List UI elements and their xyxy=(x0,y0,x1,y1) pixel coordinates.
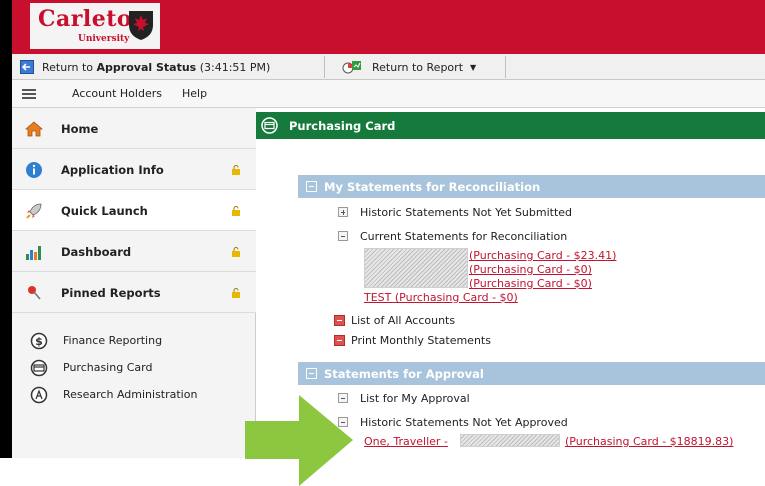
card-link-text[interactable]: (Purchasing Card - $18819.83) xyxy=(565,435,733,448)
logo-subtitle: University xyxy=(78,34,130,44)
card-link[interactable]: (Purchasing Card - $0) xyxy=(469,263,592,276)
sidebar-item-label: Home xyxy=(61,122,99,136)
card-link-text[interactable]: (Purchasing Card - $0) xyxy=(469,263,592,276)
tree-label: Print Monthly Statements xyxy=(351,334,491,347)
sidebar-link-finance-reporting[interactable]: $ Finance Reporting xyxy=(12,331,256,353)
tree-label: List of All Accounts xyxy=(351,314,456,327)
report-icon xyxy=(334,315,345,326)
sidebar-item-label: Dashboard xyxy=(61,245,132,259)
lock-icon xyxy=(232,247,240,257)
sidebar-item-label: Quick Launch xyxy=(61,204,148,218)
annotation-arrow-icon xyxy=(245,395,353,486)
tree-current-statements[interactable]: Current Statements for Reconciliation xyxy=(338,230,568,243)
tree-label: Current Statements for Reconciliation xyxy=(360,230,568,243)
test-card-link[interactable]: TEST (Purchasing Card - $0) xyxy=(364,291,518,304)
card-link[interactable]: (Purchasing Card - $23.41) xyxy=(469,249,616,262)
carleton-logo[interactable]: Carleton University xyxy=(30,3,160,49)
card-link[interactable]: (Purchasing Card - $0) xyxy=(469,277,592,290)
collapse-icon[interactable] xyxy=(306,368,317,379)
tree-label: Historic Statements Not Yet Submitted xyxy=(360,206,573,219)
section-statements-for-approval[interactable]: Statements for Approval xyxy=(298,362,765,385)
menu-account-holders[interactable]: Account Holders xyxy=(72,87,162,100)
report-icon xyxy=(342,61,361,74)
app-window: Carleton University Return to Approval S… xyxy=(0,0,765,458)
hamburger-menu-icon[interactable] xyxy=(22,89,36,99)
report-icon xyxy=(334,335,345,346)
card-icon xyxy=(30,359,48,377)
sidebar-item-pinned-reports[interactable]: Pinned Reports xyxy=(12,272,256,313)
print-monthly-statements[interactable]: Print Monthly Statements xyxy=(334,334,491,347)
tree-label: Historic Statements Not Yet Approved xyxy=(360,416,568,429)
tree-list-for-my-approval[interactable]: List for My Approval xyxy=(338,392,470,405)
research-icon xyxy=(30,386,48,404)
lock-icon xyxy=(232,288,240,298)
section-title: My Statements for Reconciliation xyxy=(324,180,541,194)
dollar-icon: $ xyxy=(30,332,48,350)
banner: Carleton University xyxy=(12,0,765,54)
return-time: (3:41:51 PM) xyxy=(196,60,271,74)
info-icon xyxy=(26,162,42,178)
sidebar-item-home[interactable]: Home xyxy=(12,108,256,149)
toolbar: Return to Approval Status (3:41:51 PM) R… xyxy=(12,54,765,80)
lock-icon xyxy=(232,206,240,216)
return-target: Approval Status xyxy=(96,60,197,74)
sidebar-link-purchasing-card[interactable]: Purchasing Card xyxy=(12,358,256,380)
back-arrow-icon xyxy=(20,60,34,74)
tree-historic-not-approved[interactable]: Historic Statements Not Yet Approved xyxy=(338,416,568,429)
shield-icon xyxy=(129,11,153,40)
menubar: Account Holders Help xyxy=(12,80,765,108)
sidebar-link-research-administration[interactable]: Research Administration xyxy=(12,385,256,407)
svg-text:$: $ xyxy=(35,335,43,348)
sidebar-item-label: Application Info xyxy=(61,163,164,177)
sidebar-item-quick-launch[interactable]: Quick Launch xyxy=(12,190,256,231)
tree-historic-not-submitted[interactable]: Historic Statements Not Yet Submitted xyxy=(338,206,573,219)
sidebar-link-label: Purchasing Card xyxy=(63,361,153,374)
traveller-card-link[interactable]: (Purchasing Card - $18819.83) xyxy=(565,435,733,448)
card-link-text[interactable]: (Purchasing Card - $0) xyxy=(469,277,592,290)
return-to-report-label: Return to Report xyxy=(372,60,464,74)
page-header: Purchasing Card xyxy=(256,112,765,139)
section-my-statements[interactable]: My Statements for Reconciliation xyxy=(298,175,765,198)
sidebar-link-label: Research Administration xyxy=(63,388,198,401)
toolbar-separator xyxy=(324,56,325,78)
return-prefix: Return to xyxy=(42,60,97,74)
home-icon xyxy=(25,121,43,137)
expand-icon[interactable] xyxy=(338,207,348,217)
collapse-icon[interactable] xyxy=(306,181,317,192)
sidebar-item-dashboard[interactable]: Dashboard xyxy=(12,231,256,272)
sidebar: Home Application Info Quick Launch Dashb… xyxy=(12,108,256,458)
lock-icon xyxy=(232,165,240,175)
tree-label: List for My Approval xyxy=(360,392,470,405)
rocket-icon xyxy=(26,203,42,219)
collapse-icon[interactable] xyxy=(338,231,348,241)
sidebar-link-label: Finance Reporting xyxy=(63,334,163,347)
card-link-text[interactable]: TEST (Purchasing Card - $0) xyxy=(364,291,518,304)
traveller-name[interactable]: One, Traveller - xyxy=(364,435,448,448)
page-title: Purchasing Card xyxy=(289,119,396,133)
sidebar-item-label: Pinned Reports xyxy=(61,286,161,300)
redacted-block xyxy=(460,434,560,447)
toolbar-separator xyxy=(505,56,506,78)
traveller-statement-link[interactable]: One, Traveller - xyxy=(364,435,448,448)
card-link-text[interactable]: (Purchasing Card - $23.41) xyxy=(469,249,616,262)
redacted-block xyxy=(364,248,468,288)
section-title: Statements for Approval xyxy=(324,367,484,381)
list-all-accounts[interactable]: List of All Accounts xyxy=(334,314,455,327)
sidebar-item-application-info[interactable]: Application Info xyxy=(12,149,256,190)
card-icon xyxy=(261,117,278,134)
bar-chart-icon xyxy=(26,246,41,260)
pin-icon xyxy=(28,286,41,300)
dropdown-caret-icon: ▼ xyxy=(470,62,477,72)
return-to-approval-status-button[interactable]: Return to Approval Status (3:41:51 PM) xyxy=(20,54,270,80)
window-edge xyxy=(0,0,12,458)
return-to-report-button[interactable]: Return to Report ▼ xyxy=(342,54,476,80)
menu-help[interactable]: Help xyxy=(182,87,207,100)
